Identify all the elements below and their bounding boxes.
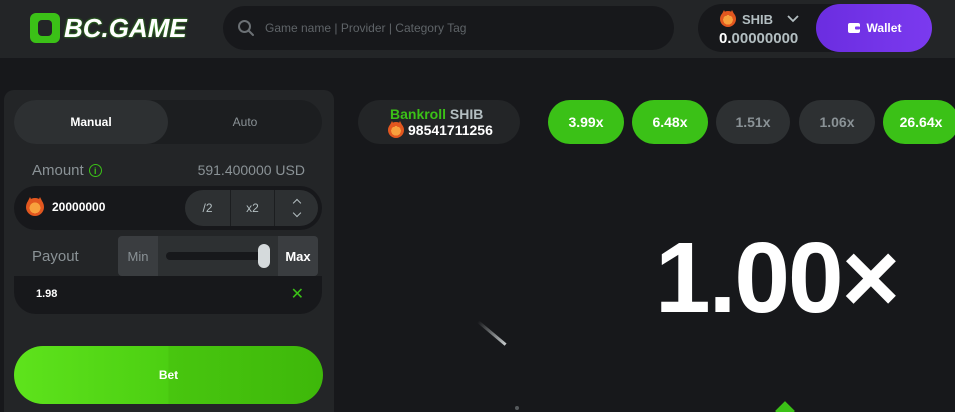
history-item[interactable]: 3.99x <box>548 100 624 144</box>
info-icon[interactable]: i <box>88 164 102 177</box>
half-button[interactable]: /2 <box>185 190 230 226</box>
wallet-button[interactable]: Wallet <box>816 4 932 52</box>
slider-track[interactable] <box>166 252 270 260</box>
amount-input[interactable]: 20000000 /2 x2 <box>14 186 322 230</box>
balance-lead: 0. <box>719 30 732 47</box>
slider-handle[interactable] <box>258 244 270 268</box>
payout-label: Payout <box>32 248 79 265</box>
payout-value[interactable]: 1.98 <box>36 288 57 300</box>
shib-coin-icon <box>26 197 44 216</box>
amount-stepper[interactable] <box>274 190 318 226</box>
slider-max-button[interactable]: Max <box>278 236 318 276</box>
wallet-label: Wallet <box>866 21 902 35</box>
tab-manual[interactable]: Manual <box>14 100 168 144</box>
bc-game-logo[interactable]: BC.GAME <box>30 10 187 46</box>
history-item[interactable]: 26.64x <box>883 100 955 144</box>
bankroll-currency: SHIB <box>449 106 484 122</box>
top-header: BC.GAME SHIB 0.00000000 Wallet <box>0 0 955 58</box>
logo-text: BC.GAME <box>64 13 187 43</box>
bankroll-label: Bankroll <box>390 106 447 122</box>
history-item[interactable]: 6.48x <box>632 100 708 144</box>
slider-min-button[interactable]: Min <box>118 236 158 276</box>
balance-rest: 00000000 <box>731 30 799 47</box>
meteor-streak <box>477 320 507 346</box>
chevron-up-icon[interactable] <box>292 198 301 208</box>
amount-buttons: /2 x2 <box>185 190 318 226</box>
shib-coin-icon <box>388 121 404 138</box>
check-icon: ✕ <box>290 286 304 303</box>
double-button[interactable]: x2 <box>230 190 274 226</box>
chevron-down-icon <box>787 15 799 23</box>
payout-input[interactable]: 1.98 ✕ <box>14 276 322 314</box>
search-input[interactable] <box>265 21 645 35</box>
tab-auto[interactable]: Auto <box>168 100 322 144</box>
bankroll-value: 98541711256 <box>408 122 493 138</box>
bet-button[interactable]: Bet <box>14 346 323 404</box>
balance-amount: 0.00000000 <box>719 30 798 47</box>
payout-label-row: Payout <box>32 248 79 265</box>
search-bar[interactable] <box>223 6 674 50</box>
currency-code: SHIB <box>742 11 774 27</box>
history-item[interactable]: 1.06x <box>799 100 875 144</box>
search-icon <box>238 20 254 36</box>
bet-panel: Manual Auto Amount i 591.400000 USD 2000… <box>4 90 334 412</box>
bankroll-display: Bankroll SHIB 98541711256 <box>358 100 520 144</box>
history-item[interactable]: 1.51x <box>716 100 790 144</box>
amount-label-row: Amount i <box>32 162 102 179</box>
mode-tabs: Manual Auto <box>14 100 322 144</box>
rocket-marker <box>775 401 795 412</box>
amount-value[interactable]: 20000000 <box>52 200 105 214</box>
currency-selector[interactable]: SHIB <box>720 10 799 27</box>
wallet-icon <box>847 23 860 33</box>
logo-mark-icon <box>30 13 60 43</box>
current-multiplier: 1.00× <box>655 222 900 334</box>
shib-coin-icon <box>720 10 736 27</box>
background-star <box>515 406 519 410</box>
amount-label: Amount <box>32 162 84 179</box>
payout-slider[interactable]: Min Max <box>118 236 318 276</box>
amount-usd: 591.400000 USD <box>197 162 305 178</box>
bankroll-title: Bankroll SHIB <box>390 106 483 122</box>
chevron-down-icon[interactable] <box>292 208 301 218</box>
